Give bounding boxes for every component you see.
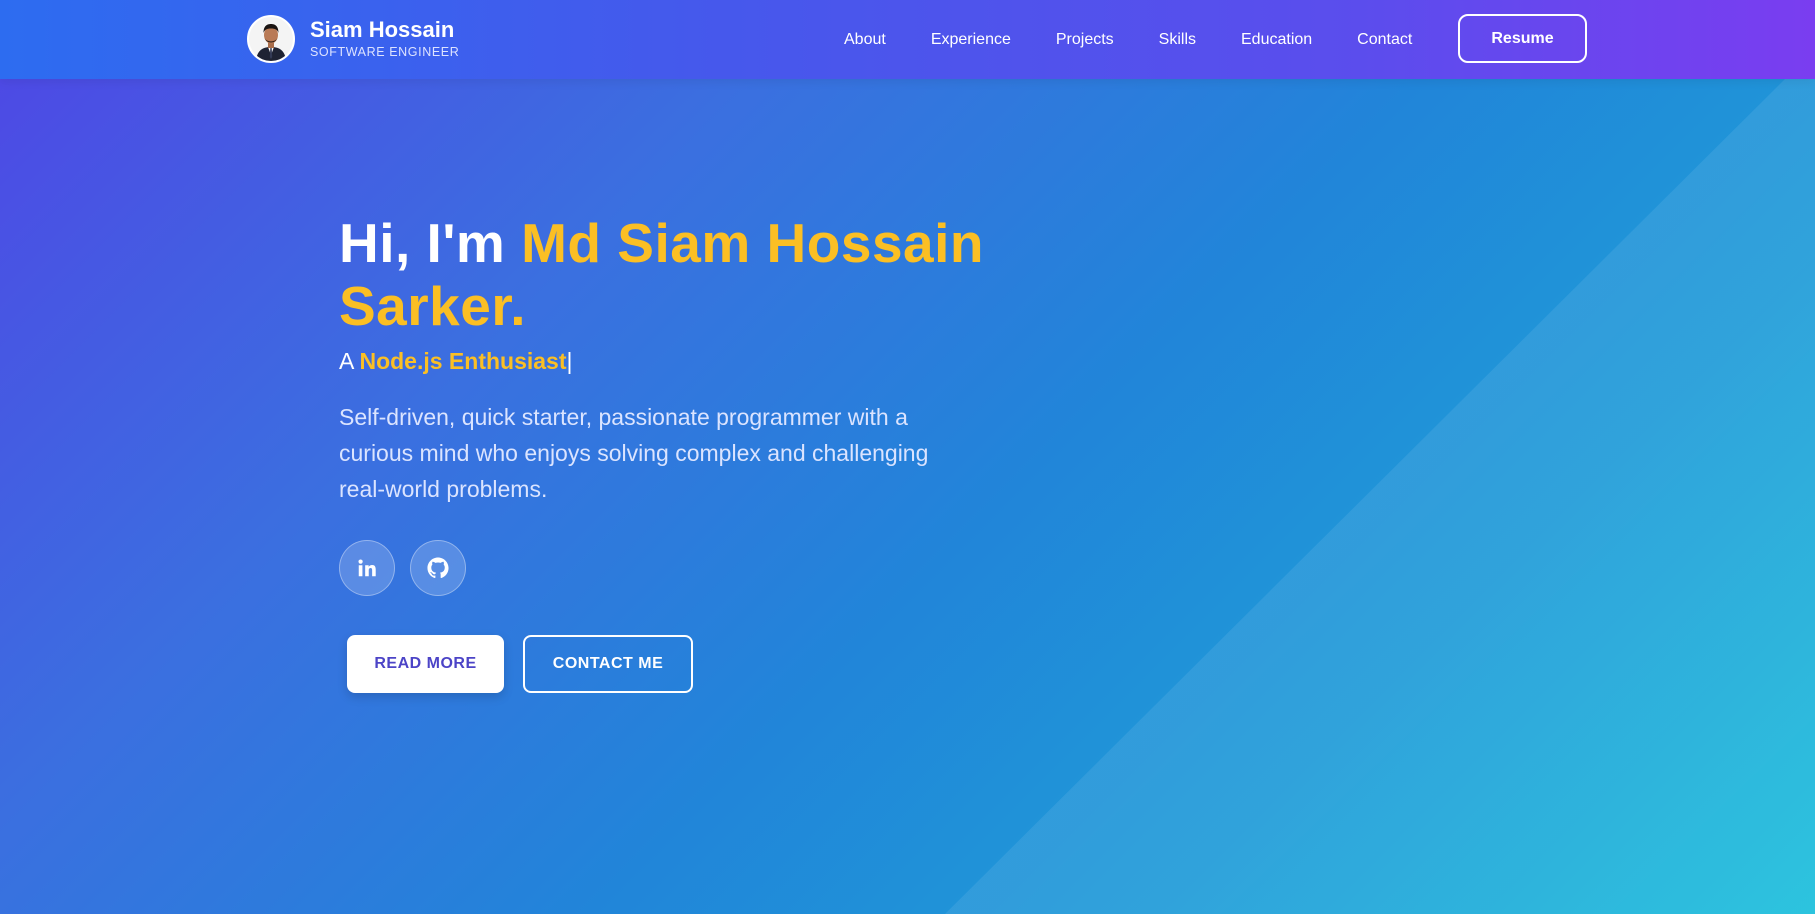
nav-item-education[interactable]: Education bbox=[1241, 31, 1312, 49]
brand[interactable]: Siam Hossain SOFTWARE ENGINEER bbox=[247, 15, 459, 63]
linkedin-link[interactable] bbox=[339, 540, 395, 596]
resume-button[interactable]: Resume bbox=[1458, 14, 1587, 63]
typing-cursor: | bbox=[566, 348, 573, 374]
brand-role: SOFTWARE ENGINEER bbox=[310, 45, 460, 59]
linkedin-icon bbox=[358, 559, 376, 577]
contact-me-button[interactable]: CONTACT ME bbox=[523, 635, 693, 693]
nav-item-skills[interactable]: Skills bbox=[1159, 31, 1196, 49]
hero-section: Hi, I'm Md Siam Hossain Sarker. A Node.j… bbox=[339, 212, 1039, 693]
top-navbar: Siam Hossain SOFTWARE ENGINEER About Exp… bbox=[0, 0, 1815, 79]
typed-role: Node.js Enthusiast bbox=[359, 348, 567, 374]
nav-item-contact[interactable]: Contact bbox=[1357, 31, 1412, 49]
brand-name[interactable]: Siam Hossain bbox=[310, 18, 459, 42]
nav-item-projects[interactable]: Projects bbox=[1056, 31, 1114, 49]
hero-title: Hi, I'm Md Siam Hossain Sarker. bbox=[339, 212, 1039, 338]
hero-subtitle: A Node.js Enthusiast| bbox=[339, 348, 1039, 375]
nav-item-about[interactable]: About bbox=[844, 31, 886, 49]
github-icon bbox=[427, 557, 449, 579]
subtitle-prefix: A bbox=[339, 348, 360, 374]
hero-greeting: Hi, I'm bbox=[339, 212, 522, 274]
hero-description: Self-driven, quick starter, passionate p… bbox=[339, 404, 929, 502]
main-nav: About Experience Projects Skills Educati… bbox=[820, 0, 1457, 79]
profile-photo bbox=[249, 17, 293, 61]
avatar bbox=[247, 15, 295, 63]
github-link[interactable] bbox=[410, 540, 466, 596]
hero-actions: READ MORE CONTACT ME bbox=[347, 635, 1039, 693]
read-more-button[interactable]: READ MORE bbox=[347, 635, 504, 693]
nav-item-experience[interactable]: Experience bbox=[931, 31, 1011, 49]
social-links bbox=[339, 540, 1039, 596]
